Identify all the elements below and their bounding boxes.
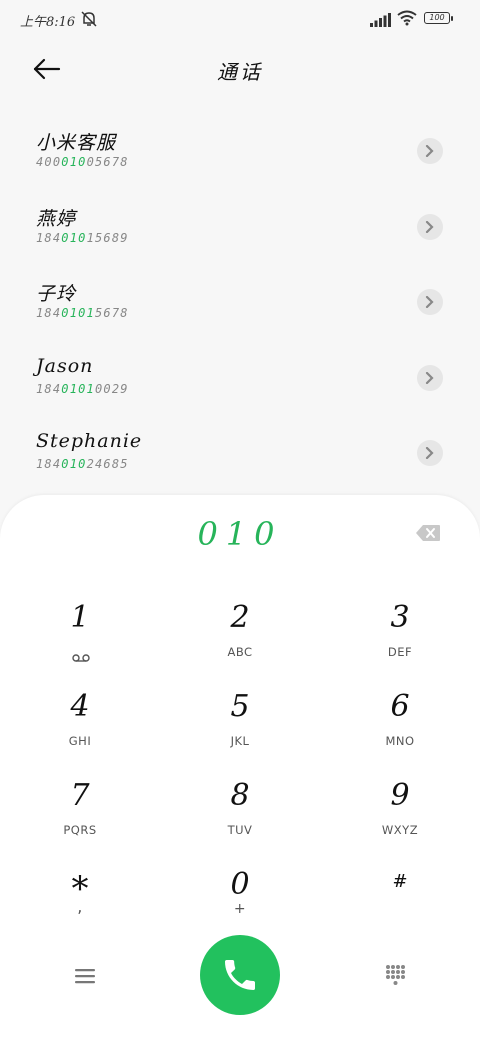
contact-name: Stephanie bbox=[36, 430, 143, 452]
key-letters: DEF bbox=[387, 645, 413, 659]
contact-item[interactable]: Stephanie 18401024685 bbox=[0, 416, 480, 492]
key-digit: 7 bbox=[70, 778, 90, 813]
key-digit: 5 bbox=[230, 689, 250, 724]
contact-number: 40001005678 bbox=[36, 155, 129, 169]
contact-item[interactable]: 小米客服 40001005678 bbox=[0, 114, 480, 190]
contact-number: 18401015689 bbox=[36, 230, 129, 245]
key-digit: 9 bbox=[390, 778, 410, 813]
contact-name: 小米客服 bbox=[36, 132, 117, 154]
voicemail-icon bbox=[72, 647, 90, 666]
chevron-right-icon[interactable] bbox=[417, 138, 443, 164]
chevron-right-icon[interactable] bbox=[417, 440, 443, 466]
phone-icon bbox=[225, 960, 255, 990]
key-digit: 8 bbox=[230, 778, 250, 813]
key-8[interactable]: 8 TUV bbox=[180, 778, 300, 858]
contact-number: 18401024685 bbox=[36, 457, 129, 471]
contact-list: 小米客服 40001005678 燕婷 18401015689 子玲 18401… bbox=[0, 114, 480, 492]
key-digit: # bbox=[392, 871, 408, 892]
contact-item[interactable]: Jason 18401010029 bbox=[0, 341, 480, 417]
call-button[interactable] bbox=[200, 935, 280, 1015]
contact-name: Jason bbox=[36, 354, 94, 377]
key-3[interactable]: 3 DEF bbox=[340, 600, 460, 680]
key-6[interactable]: 6 MNO bbox=[340, 689, 460, 769]
contact-name: 燕婷 bbox=[36, 207, 77, 230]
key-letters: MNO bbox=[385, 734, 415, 748]
chevron-right-icon[interactable] bbox=[417, 289, 443, 315]
header: 通话 bbox=[0, 44, 480, 94]
battery-icon: 100 bbox=[424, 12, 454, 26]
key-letters: WXYZ bbox=[381, 823, 419, 837]
bell-off-icon bbox=[80, 11, 98, 27]
dialer-panel: 010 1 2 ABC 3 DEF 4 GHI 5 JKL 6 MNO 7 PQ… bbox=[0, 495, 480, 1040]
key-digit: 2 bbox=[230, 600, 250, 635]
key-digit: 0 bbox=[230, 867, 250, 902]
battery-level: 100 bbox=[429, 13, 445, 22]
key-letters: PQRS bbox=[63, 823, 97, 837]
dialpad-icon[interactable] bbox=[385, 964, 407, 986]
status-time: 上午8:16 bbox=[20, 15, 76, 30]
key-1[interactable]: 1 bbox=[20, 600, 140, 680]
dial-number-display[interactable]: 010 bbox=[0, 515, 480, 553]
contact-item[interactable]: 子玲 18401015678 bbox=[0, 265, 480, 341]
key-letters: + bbox=[233, 901, 247, 917]
contact-number: 18401010029 bbox=[36, 381, 129, 396]
key-7[interactable]: 7 PQRS bbox=[20, 778, 140, 858]
key-4[interactable]: 4 GHI bbox=[20, 689, 140, 769]
key-5[interactable]: 5 JKL bbox=[180, 689, 300, 769]
wifi-icon bbox=[397, 10, 417, 30]
key-letters: JKL bbox=[230, 734, 250, 748]
menu-icon[interactable] bbox=[74, 967, 96, 985]
key-9[interactable]: 9 WXYZ bbox=[340, 778, 460, 858]
key-letters: GHI bbox=[68, 734, 92, 748]
dialer-bottom-bar bbox=[0, 935, 480, 1015]
contact-name: 子玲 bbox=[36, 283, 77, 305]
key-2[interactable]: 2 ABC bbox=[180, 600, 300, 680]
chevron-right-icon[interactable] bbox=[417, 213, 443, 240]
key-digit: 3 bbox=[390, 600, 410, 635]
contact-number: 18401015678 bbox=[36, 306, 129, 320]
key-letters: TUV bbox=[227, 823, 253, 837]
key-digit: 6 bbox=[390, 689, 410, 724]
contact-item[interactable]: 燕婷 18401015689 bbox=[0, 190, 480, 266]
backspace-icon[interactable] bbox=[415, 524, 441, 542]
key-letters: ABC bbox=[227, 645, 253, 659]
status-bar: 上午8:16 100 bbox=[0, 0, 480, 40]
key-letters: , bbox=[77, 897, 83, 916]
chevron-right-icon[interactable] bbox=[417, 364, 443, 391]
key-digit: 4 bbox=[70, 689, 90, 724]
signal-icon bbox=[370, 12, 392, 31]
page-title: 通话 bbox=[217, 60, 263, 84]
key-digit: 1 bbox=[70, 600, 90, 635]
